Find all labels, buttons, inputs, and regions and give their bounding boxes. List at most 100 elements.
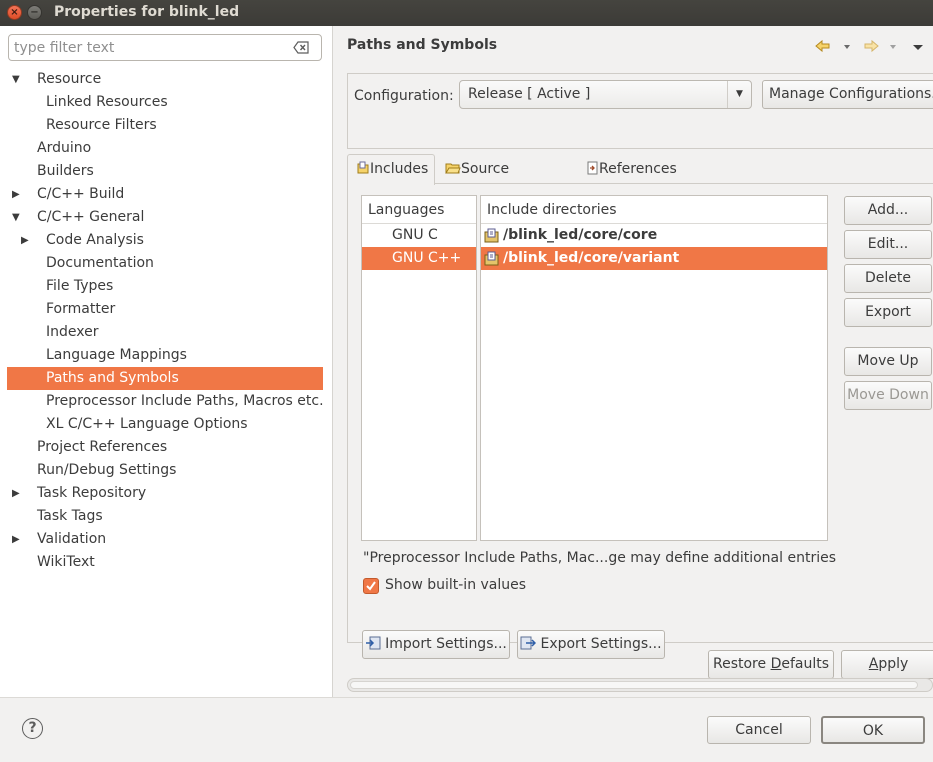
tree-item-linked-resources[interactable]: Linked Resources	[7, 91, 323, 114]
tree-item-language-mappings[interactable]: Language Mappings	[7, 344, 323, 367]
tree-item-file-types[interactable]: File Types	[7, 275, 323, 298]
export-button[interactable]: Export	[844, 298, 932, 327]
back-arrow-icon[interactable]	[815, 39, 830, 53]
tree-item-label: XL C/C++ Language Options	[46, 416, 248, 432]
minimize-window-button[interactable]: −	[27, 5, 42, 20]
tree-item-c-c-build[interactable]: ▶ C/C++ Build	[7, 183, 323, 206]
tab-references[interactable]: References	[581, 156, 681, 183]
configuration-value: Release [ Active ]	[468, 86, 591, 102]
tree-item-task-tags[interactable]: Task Tags	[7, 505, 323, 528]
move-up-button[interactable]: Move Up	[844, 347, 932, 376]
tree-item-validation[interactable]: ▶ Validation	[7, 528, 323, 551]
view-menu-icon[interactable]	[913, 45, 923, 50]
cancel-button[interactable]: Cancel	[707, 716, 811, 744]
restore-defaults-button[interactable]: Restore Defaults	[708, 650, 834, 679]
collapsed-arrow-icon[interactable]: ▶	[12, 482, 22, 505]
import-icon	[366, 636, 381, 650]
tab-bar: Includes Source Location References	[347, 154, 933, 203]
export-icon	[520, 636, 537, 650]
dialog-footer: ? Cancel OK	[0, 697, 933, 762]
manage-configurations-button[interactable]: Manage Configurations...	[762, 80, 933, 109]
filter-box	[8, 34, 322, 61]
include-folder-icon	[484, 228, 499, 243]
tree-item-c-c-general[interactable]: ▼ C/C++ General	[7, 206, 323, 229]
edit-button[interactable]: Edit...	[844, 230, 932, 259]
tree-item-label: Project References	[37, 439, 168, 455]
includes-panel: Languages GNU C GNU C++ Include director…	[347, 183, 933, 659]
tree-item-project-references[interactable]: Project References	[7, 436, 323, 459]
close-window-button[interactable]: ×	[7, 5, 22, 20]
tree-item-paths-and-symbols[interactable]: Paths and Symbols	[7, 367, 323, 390]
expanded-arrow-icon[interactable]: ▼	[12, 206, 22, 229]
tree-item-resource-filters[interactable]: Resource Filters	[7, 114, 323, 137]
tree-item-documentation[interactable]: Documentation	[7, 252, 323, 275]
preprocessor-note: "Preprocessor Include Paths, Mac...ge ma…	[363, 550, 836, 566]
tab-includes[interactable]: Includes	[347, 154, 435, 185]
collapsed-arrow-icon[interactable]: ▶	[12, 183, 22, 206]
forward-dropdown-icon[interactable]	[890, 45, 896, 49]
languages-list[interactable]: Languages GNU C GNU C++	[361, 195, 477, 541]
include-directories-header[interactable]: Include directories	[481, 196, 827, 224]
tab-source-location[interactable]: Source Location	[441, 156, 571, 203]
include-dir-row[interactable]: /blink_led/core/variant	[481, 247, 827, 270]
tree-item-task-repository[interactable]: ▶ Task Repository	[7, 482, 323, 505]
chevron-down-icon[interactable]: ▼	[727, 81, 751, 108]
navigation-arrows	[815, 39, 923, 53]
tree-item-label: Arduino	[37, 140, 92, 156]
tree-item-label: Linked Resources	[46, 94, 168, 110]
checkmark-icon	[366, 581, 376, 591]
tree-item-label: Task Tags	[37, 508, 103, 524]
tree-item-wikitext[interactable]: WikiText	[7, 551, 323, 574]
tree-item-run-debug-settings[interactable]: Run/Debug Settings	[7, 459, 323, 482]
tree-item-label: Run/Debug Settings	[37, 462, 177, 478]
filter-input[interactable]	[14, 38, 284, 58]
include-directories-list[interactable]: Include directories /blink_led/core/core…	[480, 195, 828, 541]
tree-item-formatter[interactable]: Formatter	[7, 298, 323, 321]
back-dropdown-icon[interactable]	[844, 45, 850, 49]
apply-button[interactable]: Apply	[841, 650, 933, 679]
tree-item-preprocessor-include-paths-macros-etc[interactable]: Preprocessor Include Paths, Macros etc.	[7, 390, 324, 413]
title-bar: × − Properties for blink_led	[0, 0, 933, 26]
tree-item-resource[interactable]: ▼ Resource	[7, 68, 323, 91]
tree-item-code-analysis[interactable]: ▶ Code Analysis	[7, 229, 323, 252]
tree-item-label: WikiText	[37, 554, 95, 570]
tree-item-label: Paths and Symbols	[46, 370, 179, 386]
tree-item-label: Language Mappings	[46, 347, 187, 363]
language-gnu-cpp[interactable]: GNU C++	[362, 247, 476, 270]
tree-item-label: Builders	[37, 163, 94, 179]
tree-item-label: Documentation	[46, 255, 154, 271]
collapsed-arrow-icon[interactable]: ▶	[21, 229, 31, 252]
include-dir-row[interactable]: /blink_led/core/core	[481, 224, 827, 247]
tree-item-label: Task Repository	[37, 485, 147, 501]
collapsed-arrow-icon[interactable]: ▶	[12, 528, 22, 551]
tree-item-label: Formatter	[46, 301, 116, 317]
expanded-arrow-icon[interactable]: ▼	[12, 68, 22, 91]
tree-item-label: Resource	[37, 71, 102, 87]
tree-item-label: C/C++ General	[37, 209, 145, 225]
clear-filter-icon[interactable]	[293, 41, 309, 54]
tree-item-label: C/C++ Build	[37, 186, 125, 202]
export-settings-button[interactable]: Export Settings...	[517, 630, 665, 659]
languages-header[interactable]: Languages	[362, 196, 476, 224]
language-gnu-c[interactable]: GNU C	[362, 224, 476, 247]
add-button[interactable]: Add...	[844, 196, 932, 225]
tree-item-builders[interactable]: Builders	[7, 160, 323, 183]
tree-item-label: Validation	[37, 531, 107, 547]
help-icon[interactable]: ?	[22, 718, 43, 739]
properties-page: Paths and Symbols Configuration: Release…	[334, 26, 933, 697]
forward-arrow-icon[interactable]	[864, 39, 879, 53]
ok-button[interactable]: OK	[821, 716, 925, 744]
configuration-select[interactable]: Release [ Active ] ▼	[459, 80, 752, 109]
scrollbar-thumb[interactable]	[350, 681, 918, 689]
tree-item-label: Code Analysis	[46, 232, 144, 248]
show-builtin-label[interactable]: Show built-in values	[385, 577, 526, 593]
tree-item-indexer[interactable]: Indexer	[7, 321, 323, 344]
move-down-button[interactable]: Move Down	[844, 381, 932, 410]
delete-button[interactable]: Delete	[844, 264, 932, 293]
tree-item-xl-c-c-language-options[interactable]: XL C/C++ Language Options	[7, 413, 323, 436]
tree-item-arduino[interactable]: Arduino	[7, 137, 323, 160]
import-settings-button[interactable]: Import Settings...	[362, 630, 510, 659]
include-folder-icon	[484, 251, 499, 266]
horizontal-scrollbar[interactable]	[347, 678, 933, 692]
show-builtin-checkbox[interactable]	[363, 578, 379, 594]
